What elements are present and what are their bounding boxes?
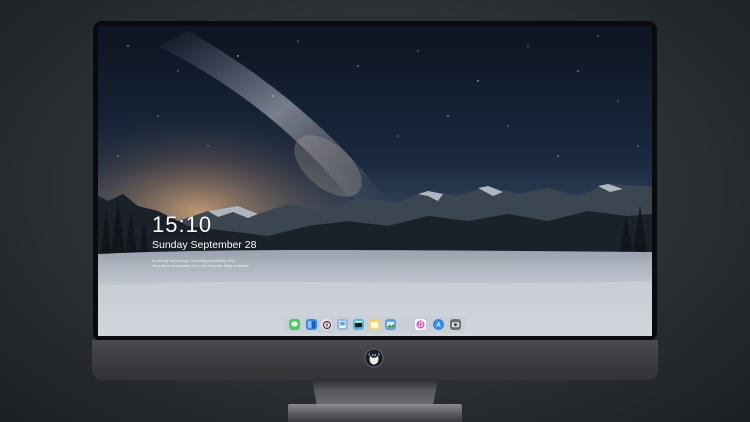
finalcut-icon[interactable] [353, 319, 364, 330]
messages-icon[interactable] [289, 319, 300, 330]
finder-icon[interactable] [306, 319, 317, 330]
penguin-logo-icon [364, 348, 384, 368]
mountain-night-wallpaper [98, 26, 652, 336]
appstore-icon[interactable] [433, 319, 444, 330]
monitor-screen [98, 26, 652, 336]
preview-icon[interactable] [337, 319, 348, 330]
photos-gallery-icon[interactable] [385, 319, 396, 330]
itunes-icon[interactable] [415, 319, 426, 330]
monitor-stand-base [288, 404, 462, 422]
monitor-stand-neck [312, 380, 438, 406]
lock-screen-clock: 15:10 [152, 212, 213, 237]
lock-screen-date: Sunday September 28 [152, 239, 257, 251]
photo-booth-icon[interactable] [450, 319, 461, 330]
imac-mockup: 15:10 Sunday September 28 Inventing tech… [0, 0, 750, 422]
notes-icon[interactable] [369, 319, 380, 330]
safari-icon[interactable] [321, 319, 332, 330]
lock-screen-tagline-line2: Your ideal companion for a rich time lif… [152, 263, 250, 268]
